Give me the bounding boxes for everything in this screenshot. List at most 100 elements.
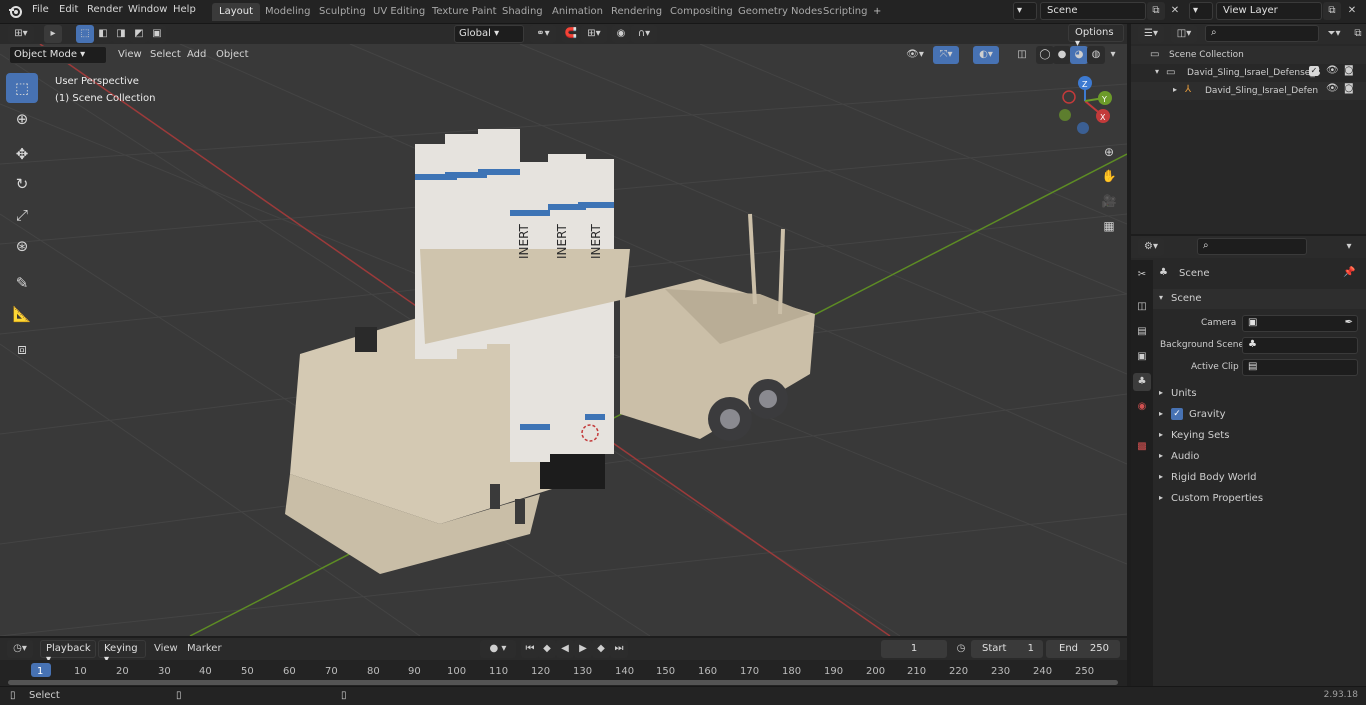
tab-modeling[interactable]: Modeling (258, 3, 318, 21)
timeline-scrollbar[interactable] (8, 680, 1118, 685)
exclude-checkbox[interactable]: ✓ (1309, 66, 1319, 76)
tab-shading[interactable]: Shading (495, 3, 550, 21)
new-scene-icon[interactable]: ⧉ (1147, 2, 1165, 20)
chevron-down-icon[interactable]: ▾ (1340, 238, 1358, 256)
filter-icon[interactable]: ⏷▾ (1321, 25, 1347, 43)
options-dropdown[interactable]: Options ▾ (1068, 24, 1124, 49)
jump-start-icon[interactable]: ⏮ (521, 640, 539, 658)
chevron-down-icon[interactable]: ▾ (1104, 46, 1122, 64)
search-input[interactable]: ⌕ (1205, 25, 1319, 42)
menu-object[interactable]: Object (211, 47, 254, 64)
3d-viewport[interactable]: INERT INERT INERT Z X Y (0, 44, 1127, 636)
play-reverse-icon[interactable]: ◀ (556, 640, 574, 658)
mode-select[interactable]: Object Mode ▾ (9, 46, 107, 64)
cursor-icon[interactable]: ⊕ (6, 104, 38, 134)
gravity-checkbox[interactable]: ✓ (1171, 408, 1183, 420)
pin-icon[interactable]: 📌 (1343, 267, 1355, 278)
close-icon[interactable]: ✕ (1343, 2, 1361, 20)
menu-file[interactable]: File (32, 4, 49, 15)
tab-geometry-nodes[interactable]: Geometry Nodes (731, 3, 829, 21)
menu-window[interactable]: Window (128, 4, 167, 15)
playback-menu[interactable]: Playback ▾ (40, 640, 96, 665)
add-cube-icon[interactable]: ⧈ (6, 334, 38, 364)
clock-icon[interactable]: ◷ (952, 640, 970, 658)
tool-tab-icon[interactable]: ✂ (1133, 266, 1151, 284)
view-layer-field[interactable]: View Layer (1216, 2, 1322, 20)
measure-icon[interactable]: 📐 (6, 299, 38, 329)
rotate-icon[interactable]: ↻ (6, 169, 38, 199)
outliner-row[interactable]: ▸ ⅄ David_Sling_Israel_Defen 👁 ◙ (1131, 82, 1366, 100)
audio-section[interactable]: ▸ Audio (1153, 447, 1366, 467)
tab-sculpting[interactable]: Sculpting (312, 3, 373, 21)
scale-icon[interactable]: ⤢ (6, 200, 38, 230)
select-box-icon[interactable]: ⬚ (76, 25, 94, 43)
record-icon[interactable]: ● ▾ (480, 640, 516, 658)
falloff-icon[interactable]: ∩▾ (631, 25, 657, 43)
tab-uv-editing[interactable]: UV Editing (366, 3, 432, 21)
proportional-edit-icon[interactable]: ◉ (612, 25, 630, 43)
editor-type-icon[interactable]: ☰▾ (1138, 25, 1164, 43)
wireframe-icon[interactable]: ◯ (1036, 46, 1054, 64)
solid-icon[interactable]: ● (1053, 46, 1071, 64)
tab-compositing[interactable]: Compositing (663, 3, 740, 21)
visibility-icon[interactable]: 👁▾ (902, 46, 928, 64)
next-keyframe-icon[interactable]: ◆ (592, 640, 610, 658)
chevron-right-icon[interactable]: ▸ (1173, 85, 1177, 94)
snap-target-icon[interactable]: ⊞▾ (581, 25, 607, 43)
gizmo-icon[interactable]: ⤧▾ (933, 46, 959, 64)
editor-type-icon[interactable]: ⊞▾ (8, 25, 34, 43)
select-box-icon[interactable]: ⬚ (6, 73, 38, 103)
display-mode-icon[interactable]: ◫▾ (1171, 25, 1197, 43)
annotate-icon[interactable]: ✎ (6, 268, 38, 298)
hand-icon[interactable]: ✋ (1098, 165, 1120, 187)
scene-type-icon[interactable]: ▾ (1013, 2, 1037, 20)
menu-help[interactable]: Help (173, 4, 196, 15)
render-tab-icon[interactable]: ◫ (1133, 298, 1151, 316)
eyedropper-icon[interactable]: ✒ (1345, 317, 1353, 328)
menu-add[interactable]: Add (182, 47, 211, 64)
view-layer-type-icon[interactable]: ▾ (1189, 2, 1213, 20)
active-clip-field[interactable]: ▤ (1242, 359, 1358, 376)
tab-texture-paint[interactable]: Texture Paint (425, 3, 504, 21)
menu-select[interactable]: Select (145, 47, 186, 64)
keying-sets-section[interactable]: ▸ Keying Sets (1153, 426, 1366, 446)
outliner-row[interactable]: ▭ Scene Collection (1131, 46, 1366, 64)
world-tab-icon[interactable]: ◉ (1133, 398, 1151, 416)
xray-icon[interactable]: ◫ (1013, 46, 1031, 64)
select-intersect-icon[interactable]: ▣ (148, 25, 166, 43)
navigation-gizmo[interactable]: Z X Y (1059, 76, 1112, 134)
current-frame-field[interactable]: 1 (881, 640, 947, 658)
gravity-section[interactable]: ▸ ✓ Gravity (1153, 405, 1366, 425)
units-section[interactable]: ▸ Units (1153, 384, 1366, 404)
start-frame-field[interactable]: Start 1 (971, 640, 1043, 658)
camera-render-icon[interactable]: ◙ (1344, 83, 1354, 94)
outliner-row[interactable]: ▾ ▭ David_Sling_Israel_Defense_S ✓ 👁 ◙ (1131, 64, 1366, 82)
texture-tab-icon[interactable]: ▩ (1133, 438, 1151, 456)
play-icon[interactable]: ▶ (574, 640, 592, 658)
editor-type-icon[interactable]: ◷▾ (7, 640, 33, 658)
menu-render[interactable]: Render (87, 4, 123, 15)
eye-icon[interactable]: 👁 (1326, 65, 1339, 76)
scene-field[interactable]: Scene (1040, 2, 1146, 20)
transform-orientation-select[interactable]: Global ▾ (454, 25, 524, 43)
end-frame-field[interactable]: End 250 (1046, 640, 1120, 658)
camera-render-icon[interactable]: ◙ (1344, 65, 1354, 76)
grid-icon[interactable]: ▦ (1098, 215, 1120, 237)
camera-icon[interactable]: 🎥 (1098, 190, 1120, 212)
tab-animation[interactable]: Animation (545, 3, 610, 21)
select-subtract-icon[interactable]: ◨ (112, 25, 130, 43)
select-extend-icon[interactable]: ◧ (94, 25, 112, 43)
view-layer-tab-icon[interactable]: ▣ (1133, 348, 1151, 366)
menu-view[interactable]: View (149, 641, 183, 658)
snap-icon[interactable]: 🧲 (562, 25, 580, 43)
rigid-body-world-section[interactable]: ▸ Rigid Body World (1153, 468, 1366, 488)
menu-marker[interactable]: Marker (182, 641, 227, 658)
move-icon[interactable]: ✥ (6, 139, 38, 169)
transform-icon[interactable]: ⊛ (6, 231, 38, 261)
active-tool-icon[interactable]: ▸ (44, 25, 62, 43)
scene-section-header[interactable]: ▾ Scene (1153, 289, 1366, 309)
tab-rendering[interactable]: Rendering (604, 3, 669, 21)
menu-view[interactable]: View (113, 47, 147, 64)
background-scene-field[interactable]: ♣ (1242, 337, 1358, 354)
close-icon[interactable]: ✕ (1166, 2, 1184, 20)
